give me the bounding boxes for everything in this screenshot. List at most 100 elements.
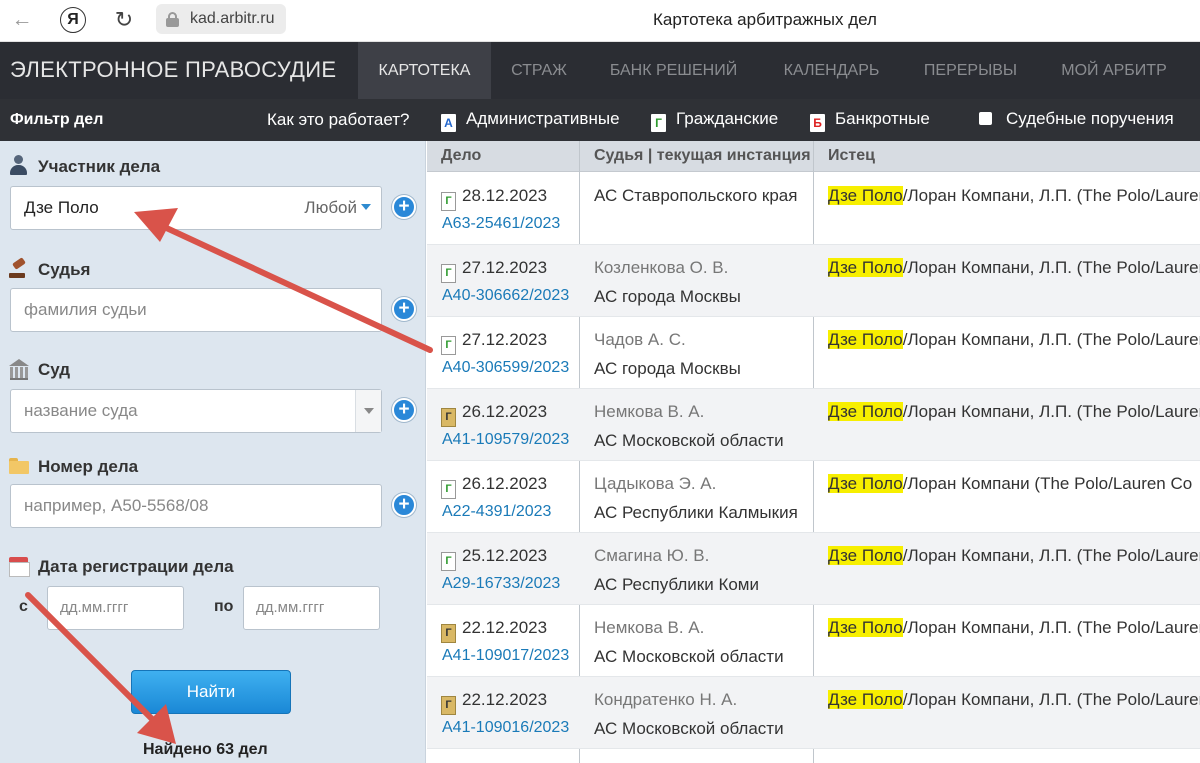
- add-judge-button[interactable]: +: [392, 297, 416, 321]
- participant-label: Участник дела: [8, 155, 160, 177]
- case-number-link[interactable]: А41-109579/2023: [442, 431, 569, 449]
- case-number-link[interactable]: А40-306662/2023: [442, 287, 569, 305]
- plaintiff-name: Дзе Поло/Лоран Компани, Л.П. (The Polo/L…: [828, 690, 1200, 710]
- table-row[interactable]: Г 27.12.2023 А40-306662/2023 Козленкова О. …: [427, 245, 1200, 317]
- case-cell: Г 22.12.2023 А41-109016/2023: [427, 677, 579, 748]
- judge-name: Чадов А. С.: [594, 330, 686, 349]
- bankruptcy-doc-icon: Б: [810, 114, 825, 132]
- table-row[interactable]: Г 22.12.2023 А41-109016/2023 Кондратенко Н.…: [427, 677, 1200, 749]
- category-court-orders[interactable]: Судебные поручения: [979, 109, 1174, 129]
- site-logo[interactable]: ЭЛЕКТРОННОЕ ПРАВОСУДИЕ: [10, 57, 336, 83]
- tab-strazh[interactable]: СТРАЖ: [491, 42, 587, 99]
- case-cell: Г 22.12.2023 А41-109017/2023: [427, 605, 579, 676]
- participant-role-dropdown[interactable]: Любой: [304, 187, 371, 229]
- plaintiff-rest: /Лоран Компани, Л.П. (The Polo/Lauren: [902, 690, 1200, 709]
- case-date: Г 28.12.2023: [441, 186, 547, 211]
- table-row[interactable]: Г 28.12.2023 А63-25461/2023 АС Ставропольск…: [427, 173, 1200, 245]
- tab-kalendar[interactable]: КАЛЕНДАРЬ: [760, 42, 903, 99]
- civil-case-icon: Г: [441, 192, 456, 211]
- judge-name: АС Ставропольского края: [594, 186, 798, 205]
- case-number-link[interactable]: А41-109017/2023: [442, 647, 569, 665]
- plaintiff-cell: Дзе Поло/Лоран Компани, Л.П. (The Polo/L…: [814, 677, 1200, 748]
- case-cell: Г 25.12.2023 А29-16733/2023: [427, 533, 579, 604]
- court-select[interactable]: название суда: [10, 389, 382, 433]
- date-to-input[interactable]: дд.мм.гггг: [243, 586, 380, 630]
- tab-bank-resheniy[interactable]: БАНК РЕШЕНИЙ: [587, 42, 760, 99]
- case-number-link[interactable]: А22-4391/2023: [442, 503, 551, 521]
- label-text: Дата регистрации дела: [38, 557, 234, 576]
- category-label: Банкротные: [835, 109, 930, 128]
- table-row[interactable]: Г 27.12.2023 А40-306599/2023 Чадов А. С. АС …: [427, 317, 1200, 389]
- plaintiff-name: Дзе Поло/Лоран Компани, Л.П. (The Polo/L…: [828, 258, 1200, 278]
- civil-doc-icon: Г: [651, 114, 666, 132]
- table-row[interactable]: Г 26.12.2023 А22-4391/2023 Цадыкова Э. А. АС…: [427, 461, 1200, 533]
- add-case-number-button[interactable]: +: [392, 493, 416, 517]
- find-button[interactable]: Найти: [131, 670, 291, 714]
- folder-icon: [8, 455, 29, 476]
- case-number-link[interactable]: А41-109016/2023: [442, 719, 569, 737]
- highlighted-match: Дзе Поло: [828, 330, 903, 349]
- caret-down-icon: [361, 204, 371, 210]
- case-number-label: Номер дела: [8, 455, 138, 477]
- case-date: Г 26.12.2023: [441, 474, 547, 499]
- category-civil[interactable]: Г Гражданские: [651, 109, 778, 132]
- court-orders-checkbox[interactable]: [979, 112, 992, 125]
- table-row[interactable]: Г 26.12.2023 А41-109579/2023 Немкова В. А. А…: [427, 389, 1200, 461]
- judge-name: Смагина Ю. В.: [594, 546, 710, 565]
- plaintiff-rest: /Лоран Компани, Л.П. (The Polo/Lauren: [902, 402, 1200, 421]
- category-label: Гражданские: [676, 109, 779, 128]
- judge-cell: Смагина Ю. В. АС Республики Коми: [580, 533, 813, 604]
- participant-input[interactable]: Дзе Поло Любой: [10, 186, 382, 230]
- case-number-link[interactable]: А40-306599/2023: [442, 359, 569, 377]
- found-count: Найдено 63 дел: [143, 741, 268, 758]
- table-row[interactable]: Г 25.12.2023 А29-16733/2023 Смагина Ю. В. АС…: [427, 533, 1200, 605]
- court-name: АС Московской области: [594, 647, 784, 666]
- date-from-input[interactable]: дд.мм.гггг: [47, 586, 184, 630]
- category-bankruptcy[interactable]: Б Банкротные: [810, 109, 930, 132]
- results-table: Дело Судья | текущая инстанция Истец Г 28…: [427, 141, 1200, 763]
- header-case[interactable]: Дело: [441, 147, 481, 165]
- plaintiff-rest: /Лоран Компани, Л.П. (The Polo/Lauren: [902, 546, 1200, 565]
- date-text: 27.12.2023: [462, 258, 548, 277]
- category-administrative[interactable]: А Административные: [441, 109, 620, 132]
- civil-case-icon: Г: [441, 552, 456, 571]
- plaintiff-cell: Дзе Поло/Лоран Компани, Л.П. (The Polo/L…: [814, 245, 1200, 316]
- case-date: Г 25.12.2023: [441, 546, 547, 571]
- table-row[interactable]: Г 22.12.2023 А41-109017/2023 Немкова В. А. А…: [427, 605, 1200, 677]
- plaintiff-rest: /Лоран Компани, Л.П. (The Polo/Lauren: [902, 258, 1200, 277]
- plaintiff-cell: Дзе Поло/Лоран Компани, Л.П. (The Polo/L…: [814, 605, 1200, 676]
- judge-cell: Немкова В. А. АС Московской области: [580, 605, 813, 676]
- case-number-link[interactable]: А63-25461/2023: [442, 215, 560, 233]
- judge-input[interactable]: фамилия судьи: [10, 288, 382, 332]
- case-number-input[interactable]: например, А50-5568/08: [10, 484, 382, 528]
- tab-kartoteka[interactable]: КАРТОТЕКА: [358, 42, 491, 99]
- plaintiff-cell: Дзе Поло/Лоран Компани, Л.П. (The Polo/L…: [814, 317, 1200, 388]
- judge-name: Цадыкова Э. А.: [594, 474, 717, 493]
- judge-cell: Чадов А. С. АС города Москвы: [580, 317, 813, 388]
- tab-pereryvy[interactable]: ПЕРЕРЫВЫ: [903, 42, 1038, 99]
- header-judge[interactable]: Судья | текущая инстанция: [594, 147, 814, 165]
- case-date: Г 27.12.2023: [441, 258, 547, 283]
- plaintiff-name: Дзе Поло/Лоран Компани, Л.П. (The Polo/L…: [828, 186, 1200, 206]
- case-cell: Г 26.12.2023 А41-109579/2023: [427, 389, 579, 460]
- courthouse-icon: [8, 358, 29, 380]
- highlighted-match: Дзе Поло: [828, 258, 903, 277]
- court-name: АС Республики Калмыкия: [594, 503, 798, 522]
- case-cell: Г 26.12.2023 А22-4391/2023: [427, 461, 579, 532]
- tab-moy-arbitr[interactable]: МОЙ АРБИТР: [1038, 42, 1190, 99]
- select-arrow-icon[interactable]: [355, 390, 381, 432]
- highlighted-match: Дзе Поло: [828, 186, 903, 205]
- case-number-link[interactable]: А29-16733/2023: [442, 575, 560, 593]
- judge-cell: АС Ставропольского края: [580, 173, 813, 244]
- judge-cell: Цадыкова Э. А. АС Республики Калмыкия: [580, 461, 813, 532]
- how-it-works-link[interactable]: Как это работает?: [267, 110, 410, 130]
- case-cell: Г 28.12.2023 А63-25461/2023: [427, 173, 579, 244]
- date-to-prefix: по: [214, 598, 234, 615]
- add-court-button[interactable]: +: [392, 398, 416, 422]
- plaintiff-name: Дзе Поло/Лоран Компани, Л.П. (The Polo/L…: [828, 330, 1200, 350]
- archived-case-icon: Г: [441, 696, 456, 715]
- add-participant-button[interactable]: +: [392, 195, 416, 219]
- plaintiff-rest: /Лоран Компани, Л.П. (The Polo/Lauren: [902, 330, 1200, 349]
- header-plaintiff[interactable]: Истец: [828, 147, 875, 165]
- plaintiff-name: Дзе Поло/Лоран Компани (The Polo/Lauren …: [828, 474, 1192, 494]
